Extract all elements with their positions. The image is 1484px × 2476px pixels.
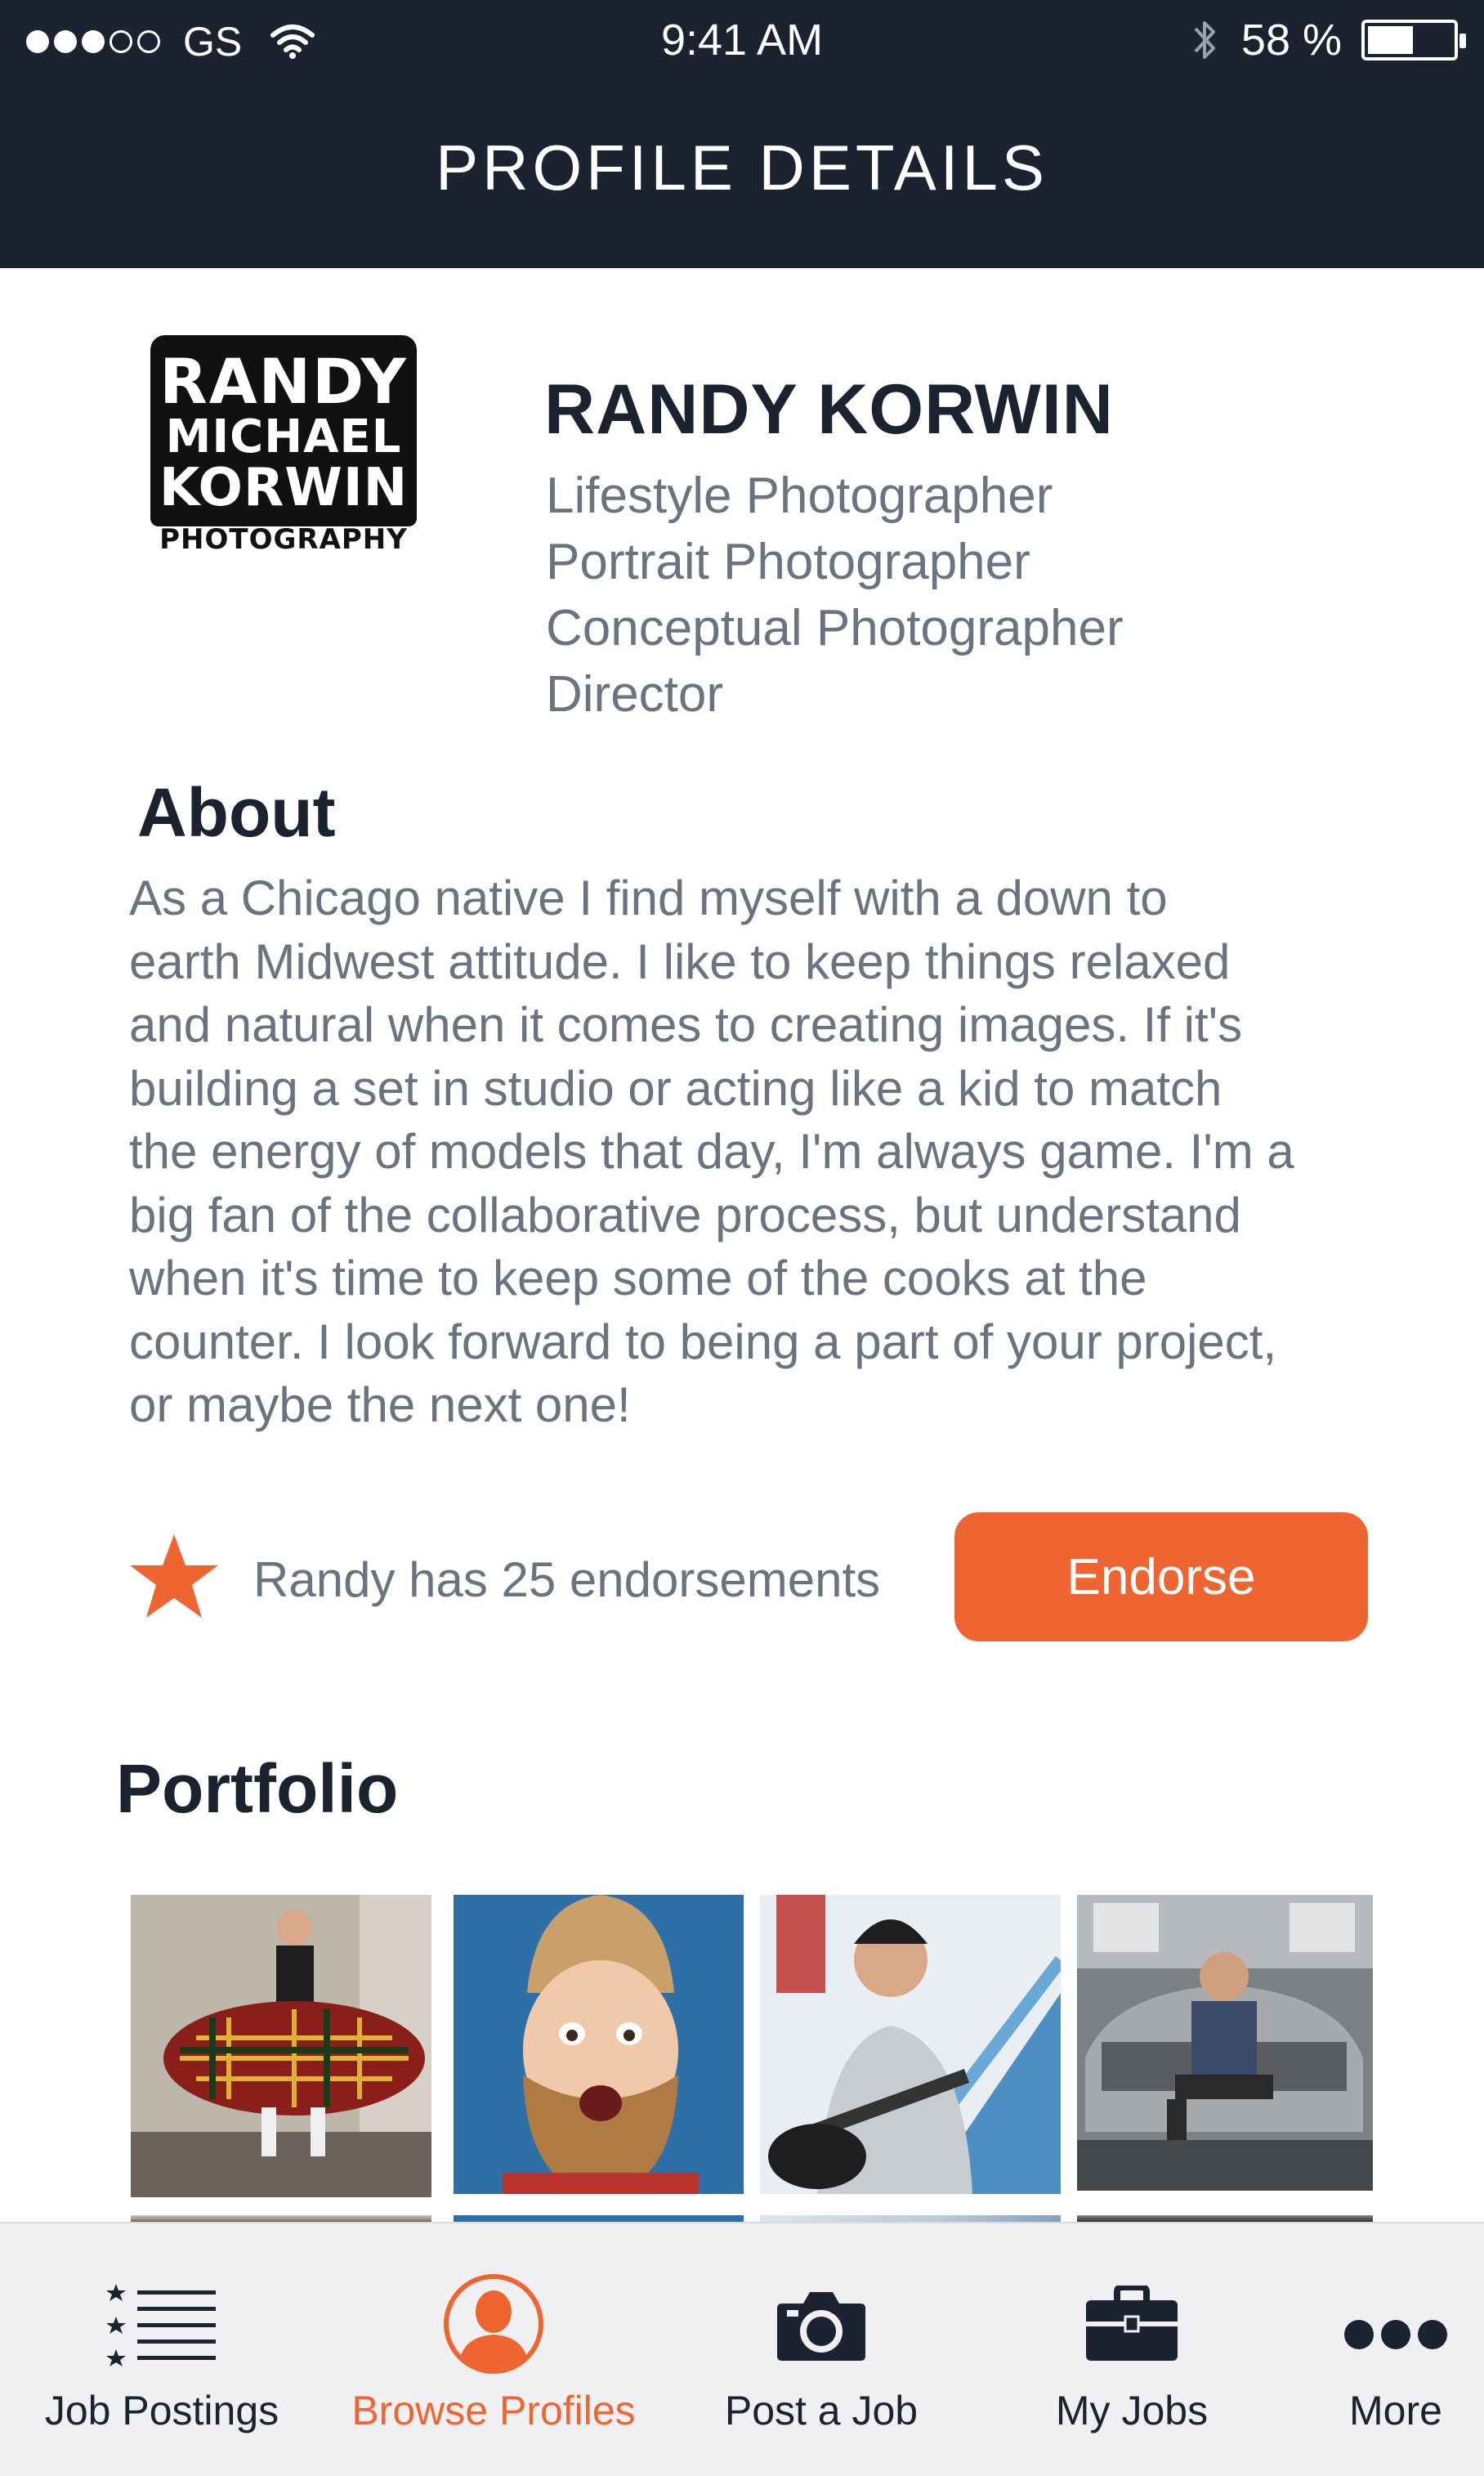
logo-text: KORWIN (159, 458, 409, 518)
page-title: PROFILE DETAILS (436, 132, 1048, 204)
portfolio-image[interactable] (760, 2215, 1061, 2222)
star-icon (130, 1534, 218, 1618)
logo-text: RANDY (159, 345, 408, 418)
about-heading: About (137, 774, 336, 851)
tab-bar: Job Postings Browse Profiles Post a Job … (0, 2222, 1484, 2476)
role-item: Lifestyle Photographer (546, 468, 1053, 524)
battery-level (1368, 26, 1413, 54)
role-item: Conceptual Photographer (546, 600, 1124, 656)
about-text: As a Chicago native I find myself with a… (129, 866, 1371, 1437)
profile-name: RANDY KORWIN (544, 370, 1114, 449)
battery-icon (1361, 20, 1466, 60)
about-line: when it's time to keep some of the cooks… (129, 1251, 1147, 1305)
endorse-button[interactable]: Endorse (954, 1512, 1368, 1641)
about-line: counter. I look forward to being a part … (129, 1314, 1277, 1369)
about-line: or maybe the next one! (129, 1377, 631, 1432)
portfolio-photo-mechanic (1077, 1895, 1373, 2191)
about-line: big fan of the collaborative process, bu… (129, 1187, 1241, 1242)
person-icon (444, 2274, 543, 2374)
briefcase-icon (1086, 2286, 1178, 2361)
portfolio-image[interactable] (131, 1895, 431, 2197)
logo-text: PHOTOGRAPHY (159, 523, 408, 556)
tab-label: Post a Job (724, 2388, 919, 2433)
tab-label: Browse Profiles (351, 2388, 636, 2433)
portfolio-image[interactable] (454, 2215, 744, 2222)
about-line: building a set in studio or acting like … (129, 1060, 1223, 1116)
tab-label: Job Postings (44, 2388, 279, 2433)
portfolio-photo-guitar (760, 1895, 1061, 2194)
portfolio-image[interactable] (1077, 2215, 1373, 2222)
endorsement-count: Randy has 25 endorsements (253, 1552, 881, 1607)
status-bar: GS 9:41 AM 58 % (0, 0, 1484, 82)
tab-my-jobs[interactable]: My Jobs (1005, 2223, 1258, 2476)
role-item: Portrait Photographer (546, 534, 1030, 590)
portfolio-image[interactable] (760, 1895, 1061, 2194)
logo-text: MICHAEL (165, 410, 402, 463)
about-line: As a Chicago native I find myself with a… (129, 871, 1168, 925)
about-line: and natural when it comes to creating im… (129, 997, 1243, 1052)
portfolio-photo-beard (454, 1895, 744, 2194)
portfolio-heading: Portfolio (116, 1750, 399, 1827)
camera-icon (777, 2292, 865, 2361)
portfolio-photo-kilt (131, 1895, 431, 2197)
more-icon (1344, 2320, 1447, 2349)
about-line: earth Midwest attitude. I like to keep t… (129, 934, 1231, 989)
about-line: the energy of models that day, I'm alway… (129, 1124, 1294, 1179)
role-item: Director (546, 666, 724, 723)
tab-post-a-job[interactable]: Post a Job (695, 2223, 948, 2476)
profile-roles: Lifestyle Photographer Portrait Photogra… (546, 463, 1124, 728)
battery-percent: 58 % (1240, 16, 1342, 65)
tab-browse-profiles[interactable]: Browse Profiles (335, 2223, 652, 2476)
tab-label: More (1349, 2388, 1442, 2433)
list-icon (106, 2284, 216, 2366)
tab-label: My Jobs (1055, 2388, 1209, 2433)
profile-logo: RANDY MICHAEL KORWIN PHOTOGRAPHY (145, 329, 422, 566)
portfolio-image[interactable] (131, 2215, 431, 2222)
portfolio-image[interactable] (1077, 1895, 1373, 2191)
bluetooth-icon (1194, 21, 1215, 59)
portfolio-image[interactable] (454, 1895, 744, 2194)
tab-job-postings[interactable]: Job Postings (16, 2223, 307, 2476)
top-bar: GS 9:41 AM 58 % PROFILE DETAILS (0, 0, 1484, 268)
tab-more[interactable]: More (1307, 2223, 1484, 2476)
